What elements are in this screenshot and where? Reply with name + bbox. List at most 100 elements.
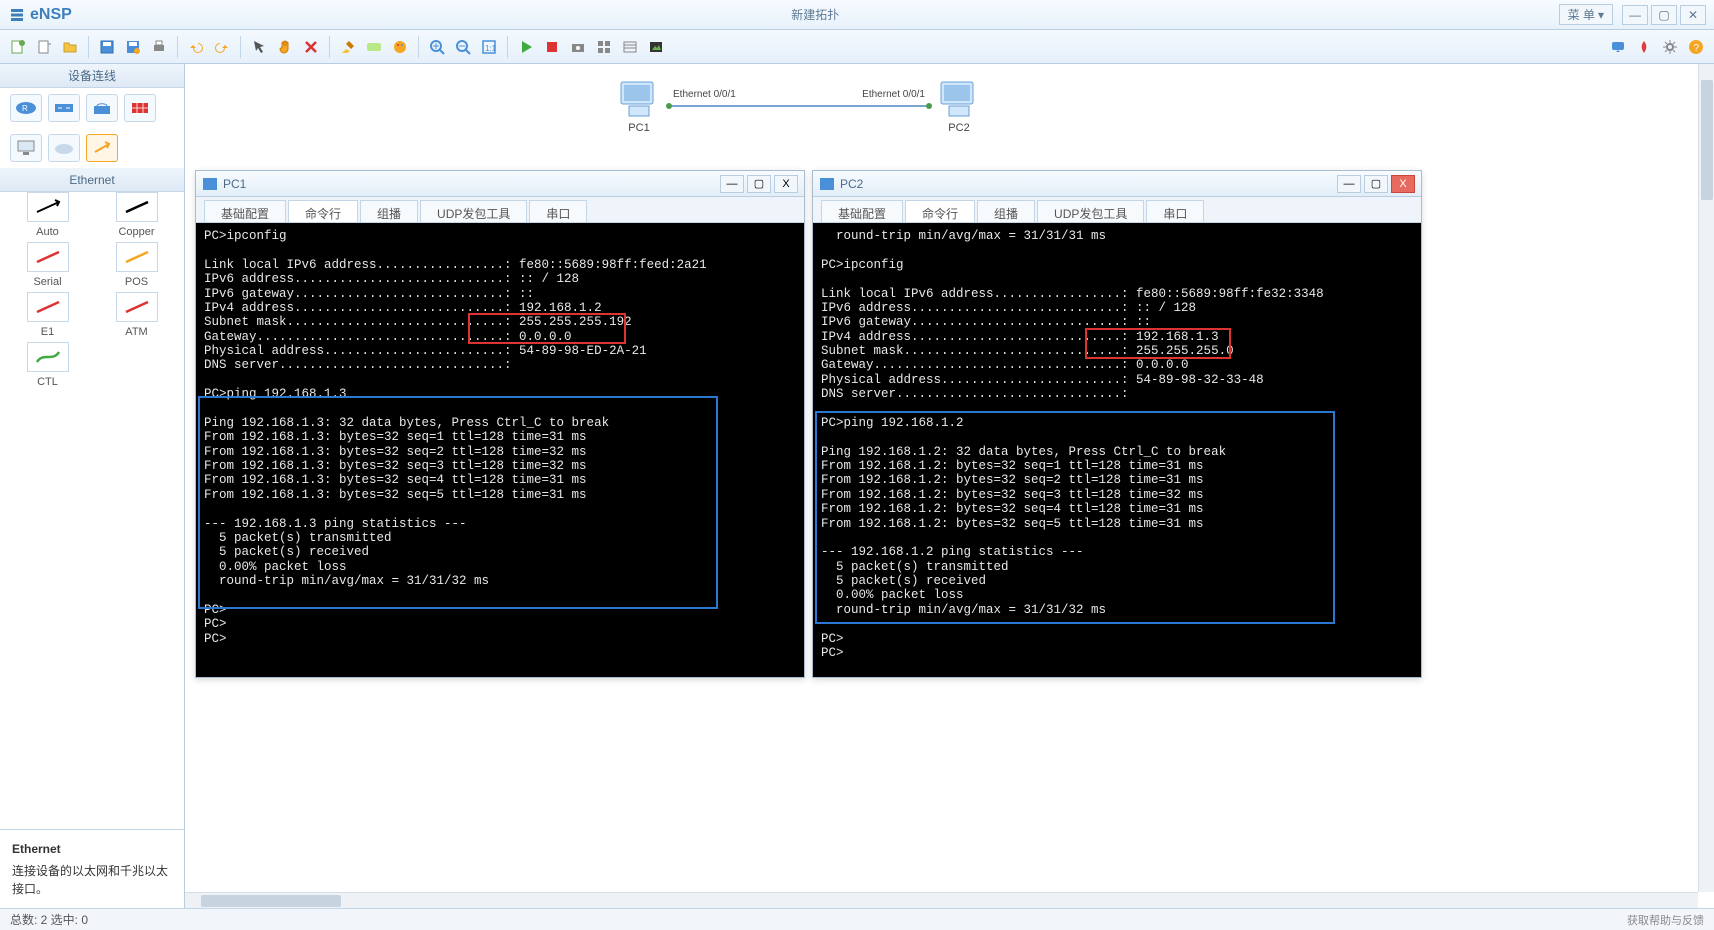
sidebar-description: Ethernet 连接设备的以太网和千兆以太接口。 xyxy=(0,829,184,908)
terminal-minimize-button[interactable]: — xyxy=(1337,175,1361,193)
menu-button[interactable]: 菜 单▾ xyxy=(1559,4,1613,25)
cable-serial-icon[interactable] xyxy=(27,242,69,272)
print-icon[interactable] xyxy=(147,35,171,59)
topology-diagram: PC1 Ethernet 0/0/1 Ethernet 0/0/1 PC2 xyxy=(615,78,983,134)
hand-icon[interactable] xyxy=(273,35,297,59)
pc-icon[interactable] xyxy=(10,134,42,162)
screenshot-icon[interactable] xyxy=(644,35,668,59)
text-label-icon[interactable] xyxy=(362,35,386,59)
node-label: PC1 xyxy=(628,122,649,134)
app-titlebar: eNSP 新建拓扑 菜 单▾ — ▢ ✕ xyxy=(0,0,1714,30)
connection-icon[interactable] xyxy=(86,134,118,162)
zoom-in-icon[interactable] xyxy=(425,35,449,59)
terminal-tab[interactable]: 基础配置 xyxy=(821,200,903,222)
terminal-title: PC1 xyxy=(223,177,720,191)
topology-node-pc1[interactable]: PC1 xyxy=(615,78,663,134)
terminal-maximize-button[interactable]: ▢ xyxy=(747,175,771,193)
desc-title: Ethernet xyxy=(12,840,172,858)
terminal-tabs: 基础配置命令行组播UDP发包工具串口 xyxy=(196,197,804,223)
terminal-window-pc2[interactable]: PC2 — ▢ X 基础配置命令行组播UDP发包工具串口 round-trip … xyxy=(812,170,1422,678)
gear-icon[interactable] xyxy=(1658,35,1682,59)
help-icon[interactable]: ? xyxy=(1684,35,1708,59)
terminal-output-pc1[interactable]: PC>ipconfig Link local IPv6 address.....… xyxy=(196,223,804,677)
sidebar-ethernet-header: Ethernet xyxy=(0,168,184,192)
router-icon[interactable]: R xyxy=(10,94,42,122)
terminal-tab[interactable]: 命令行 xyxy=(905,200,975,222)
cable-label: Copper xyxy=(118,226,154,238)
undo-icon[interactable] xyxy=(184,35,208,59)
topology-link[interactable]: Ethernet 0/0/1 Ethernet 0/0/1 xyxy=(669,105,929,107)
app-logo: eNSP xyxy=(8,6,72,24)
main-toolbar: 1:1 ? xyxy=(0,30,1714,64)
terminal-tab[interactable]: 基础配置 xyxy=(204,200,286,222)
firewall-icon[interactable] xyxy=(124,94,156,122)
status-left: 总数: 2 选中: 0 xyxy=(10,911,88,928)
terminal-app-icon xyxy=(819,176,835,192)
zoom-fit-icon[interactable]: 1:1 xyxy=(477,35,501,59)
terminal-app-icon xyxy=(202,176,218,192)
save-icon[interactable] xyxy=(95,35,119,59)
cable-pos-icon[interactable] xyxy=(116,242,158,272)
palette-icon[interactable] xyxy=(388,35,412,59)
message-icon[interactable] xyxy=(1606,35,1630,59)
list-icon[interactable] xyxy=(618,35,642,59)
terminal-maximize-button[interactable]: ▢ xyxy=(1364,175,1388,193)
node-label: PC2 xyxy=(948,122,969,134)
minimize-button[interactable]: — xyxy=(1622,5,1648,25)
terminal-titlebar[interactable]: PC2 — ▢ X xyxy=(813,171,1421,197)
cable-label: ATM xyxy=(125,326,147,338)
terminal-tab[interactable]: UDP发包工具 xyxy=(1037,200,1144,222)
terminal-close-button[interactable]: X xyxy=(1391,175,1415,193)
cable-e1-icon[interactable] xyxy=(27,292,69,322)
cable-ctl-icon[interactable] xyxy=(27,342,69,372)
app-name: eNSP xyxy=(30,6,72,24)
sidebar-devices-header: 设备连线 xyxy=(0,64,184,88)
status-right: 获取帮助与反馈 xyxy=(1627,912,1704,928)
broom-icon[interactable] xyxy=(336,35,360,59)
terminal-tab[interactable]: UDP发包工具 xyxy=(420,200,527,222)
maximize-button[interactable]: ▢ xyxy=(1651,5,1677,25)
cable-label: CTL xyxy=(37,376,58,388)
zoom-out-icon[interactable] xyxy=(451,35,475,59)
svg-text:1:1: 1:1 xyxy=(485,44,497,53)
terminal-minimize-button[interactable]: — xyxy=(720,175,744,193)
svg-text:R: R xyxy=(22,104,28,113)
stop-icon[interactable] xyxy=(540,35,564,59)
cable-auto-icon[interactable] xyxy=(27,192,69,222)
terminal-output-pc2[interactable]: round-trip min/avg/max = 31/31/31 ms PC>… xyxy=(813,223,1421,677)
svg-text:?: ? xyxy=(1694,43,1700,54)
cloud-icon[interactable] xyxy=(48,134,80,162)
delete-icon[interactable] xyxy=(299,35,323,59)
cable-copper-icon[interactable] xyxy=(116,192,158,222)
grid-icon[interactable] xyxy=(592,35,616,59)
terminal-close-button[interactable]: X xyxy=(774,175,798,193)
capture-icon[interactable] xyxy=(566,35,590,59)
terminal-tab[interactable]: 串口 xyxy=(1146,200,1204,222)
cable-label: Serial xyxy=(33,276,61,288)
terminal-tab[interactable]: 命令行 xyxy=(288,200,358,222)
wlan-icon[interactable] xyxy=(86,94,118,122)
device-category-row-2 xyxy=(0,128,184,168)
canvas-v-scrollbar[interactable] xyxy=(1698,64,1714,892)
open-icon[interactable] xyxy=(58,35,82,59)
pointer-icon[interactable] xyxy=(247,35,271,59)
cable-atm-icon[interactable] xyxy=(116,292,158,322)
canvas-h-scrollbar[interactable] xyxy=(185,892,1698,908)
close-button[interactable]: ✕ xyxy=(1680,5,1706,25)
terminal-titlebar[interactable]: PC1 — ▢ X xyxy=(196,171,804,197)
redo-icon[interactable] xyxy=(210,35,234,59)
terminal-tab[interactable]: 串口 xyxy=(529,200,587,222)
terminal-tab[interactable]: 组播 xyxy=(977,200,1035,222)
main-area: 设备连线 R Ethernet Auto Copper Serial POS E… xyxy=(0,64,1714,908)
terminal-tab[interactable]: 组播 xyxy=(360,200,418,222)
topology-node-pc2[interactable]: PC2 xyxy=(935,78,983,134)
new-topo-icon[interactable] xyxy=(6,35,30,59)
topology-canvas[interactable]: PC1 Ethernet 0/0/1 Ethernet 0/0/1 PC2 PC… xyxy=(185,64,1714,908)
start-icon[interactable] xyxy=(514,35,538,59)
huawei-icon[interactable] xyxy=(1632,35,1656,59)
new-file-icon[interactable] xyxy=(32,35,56,59)
save-as-icon[interactable] xyxy=(121,35,145,59)
terminal-window-pc1[interactable]: PC1 — ▢ X 基础配置命令行组播UDP发包工具串口 PC>ipconfig… xyxy=(195,170,805,678)
switch-icon[interactable] xyxy=(48,94,80,122)
cable-label: E1 xyxy=(41,326,54,338)
